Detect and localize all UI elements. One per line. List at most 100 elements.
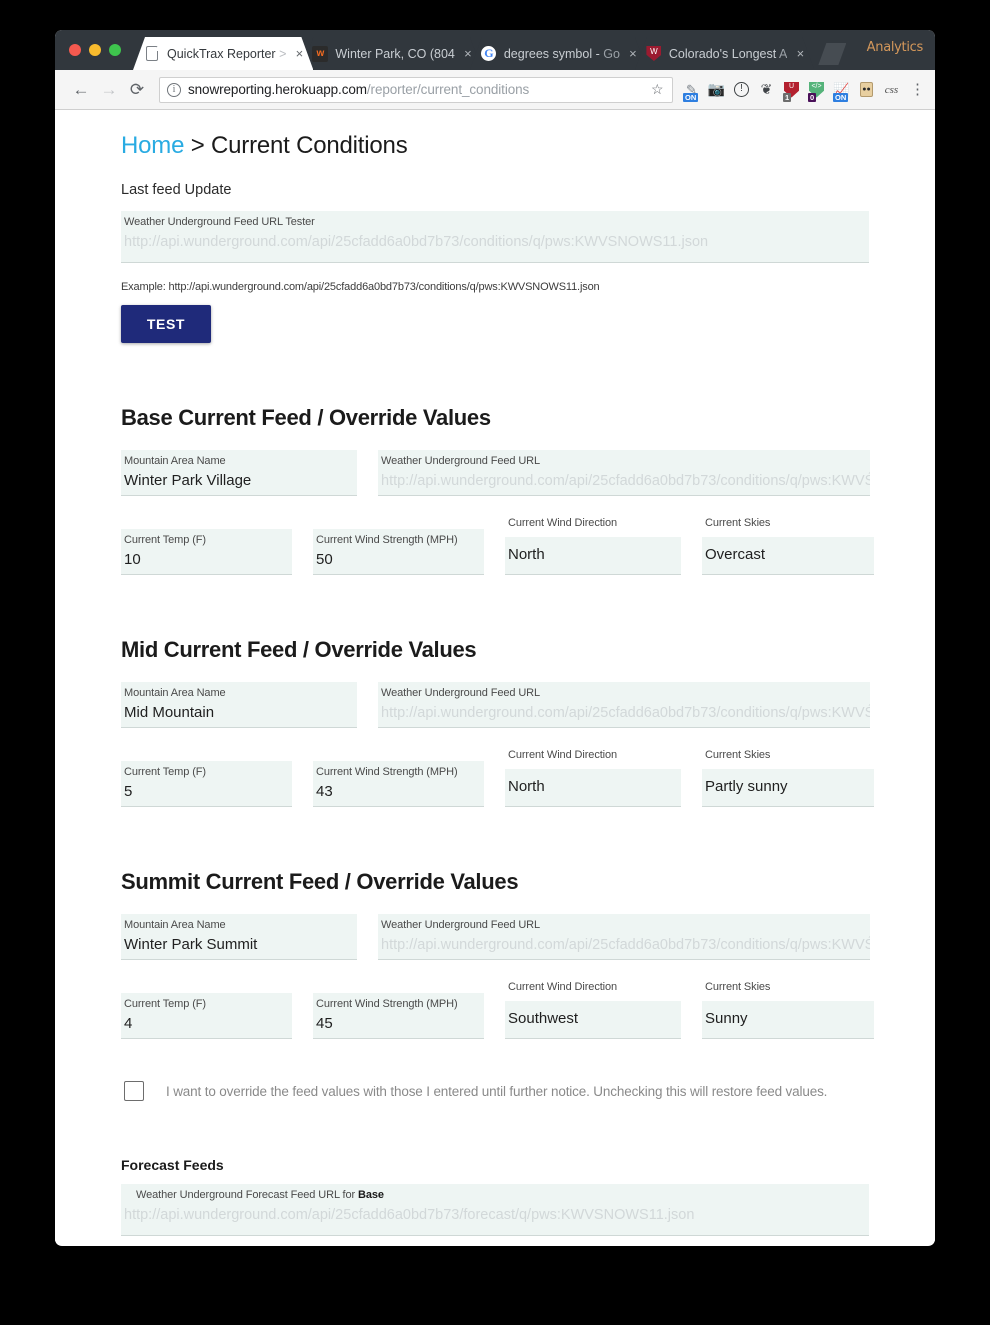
browser-tab-quicktrax[interactable]: QuickTrax Reporter > ×: [133, 37, 313, 70]
section-title: Base Current Feed / Override Values: [121, 405, 491, 430]
mountain-area-name-field[interactable]: Mountain Area Name Mid Mountain: [121, 682, 357, 728]
current-wind-field[interactable]: Current Wind Strength (MPH) 50: [313, 529, 484, 575]
override-row: I want to override the feed values with …: [121, 1081, 879, 1101]
analytics-chart-icon[interactable]: 📈 ON: [832, 80, 851, 102]
test-button[interactable]: TEST: [121, 305, 211, 343]
site-info-icon[interactable]: i: [167, 82, 181, 97]
current-wind-input[interactable]: 50: [313, 549, 484, 581]
current-wind-direction-group: Current Wind Direction Southwest: [505, 981, 681, 1039]
mountain-area-name-input[interactable]: Winter Park Village: [121, 470, 357, 502]
current-wind-direction-field[interactable]: North: [505, 769, 681, 807]
tab-title: degrees symbol - Go: [503, 46, 620, 61]
section-summit: Summit Current Feed / Override Values Mo…: [121, 869, 879, 1039]
current-skies-field[interactable]: Partly sunny: [702, 769, 874, 807]
browser-tab-degrees-symbol[interactable]: G degrees symbol - Go ×: [470, 37, 647, 70]
css-viewer-icon[interactable]: css: [882, 80, 901, 99]
evernote-elephant-icon[interactable]: ❦: [757, 80, 776, 99]
address-bar[interactable]: i snowreporting.herokuapp.com/reporter/c…: [159, 76, 673, 103]
section-row-top: Mountain Area Name Mid Mountain Weather …: [121, 682, 879, 728]
tab-title: Winter Park, CO (804: [335, 46, 455, 61]
last-feed-update-label: Last feed Update: [121, 182, 232, 198]
section-row-bottom: Current Temp (F) 10 Current Wind Strengt…: [121, 517, 879, 575]
override-checkbox[interactable]: [124, 1081, 144, 1101]
current-skies-label: Current Skies: [705, 749, 771, 761]
feed-url-tester-field[interactable]: Weather Underground Feed URL Tester http…: [121, 211, 869, 263]
current-skies-field[interactable]: Sunny: [702, 1001, 874, 1039]
current-temp-label: Current Temp (F): [124, 534, 206, 546]
new-tab-button[interactable]: [818, 43, 846, 65]
section-row-top: Mountain Area Name Winter Park Summit We…: [121, 914, 879, 960]
current-wind-direction-field[interactable]: North: [505, 537, 681, 575]
mountain-area-name-label: Mountain Area Name: [124, 919, 226, 931]
current-wind-input[interactable]: 45: [313, 1013, 484, 1045]
current-wind-direction-input[interactable]: North: [505, 769, 681, 798]
current-skies-field[interactable]: Overcast: [702, 537, 874, 575]
section-title: Summit Current Feed / Override Values: [121, 869, 519, 894]
mountain-area-name-input[interactable]: Mid Mountain: [121, 702, 357, 734]
code-shield-icon[interactable]: </> 0: [807, 80, 826, 102]
current-wind-direction-label: Current Wind Direction: [508, 981, 618, 993]
wunderground-icon: w: [312, 46, 328, 62]
current-wind-input[interactable]: 43: [313, 781, 484, 813]
feed-url-input[interactable]: http://api.wunderground.com/api/25cfadd6…: [378, 702, 870, 734]
close-tab-icon[interactable]: ×: [462, 48, 474, 60]
browser-toolbar: ← → ⟳ i snowreporting.herokuapp.com/repo…: [55, 70, 935, 110]
browser-tab-winter-park[interactable]: w Winter Park, CO (804 ×: [301, 37, 481, 70]
close-window-button[interactable]: [69, 44, 81, 56]
browser-window: QuickTrax Reporter > × w Winter Park, CO…: [55, 30, 935, 1246]
adblock-shield-icon[interactable]: U 1: [782, 80, 801, 102]
feed-url-label: Weather Underground Feed URL: [381, 919, 541, 931]
current-wind-direction-input[interactable]: North: [505, 537, 681, 566]
forecast-feed-url-base-field[interactable]: Weather Underground Forecast Feed URL fo…: [121, 1184, 869, 1236]
forward-button[interactable]: →: [95, 76, 123, 104]
feed-url-field[interactable]: Weather Underground Feed URL http://api.…: [378, 914, 870, 960]
current-skies-input[interactable]: Partly sunny: [702, 769, 874, 798]
mountain-area-name-field[interactable]: Mountain Area Name Winter Park Summit: [121, 914, 357, 960]
tab-strip: QuickTrax Reporter > × w Winter Park, CO…: [55, 30, 935, 70]
current-temp-input[interactable]: 5: [121, 781, 292, 813]
back-button[interactable]: ←: [67, 76, 95, 104]
bookmark-star-icon[interactable]: ☆: [651, 81, 665, 98]
current-temp-label: Current Temp (F): [124, 766, 206, 778]
feed-url-input[interactable]: http://api.wunderground.com/api/25cfadd6…: [378, 470, 870, 502]
forecast-feed-url-base-input[interactable]: http://api.wunderground.com/api/25cfadd6…: [121, 1204, 869, 1236]
mountain-area-name-field[interactable]: Mountain Area Name Winter Park Village: [121, 450, 357, 496]
section-base: Base Current Feed / Override Values Moun…: [121, 405, 879, 575]
current-wind-label: Current Wind Strength (MPH): [316, 534, 458, 546]
screenshot-camera-icon[interactable]: 📷: [707, 80, 726, 99]
browser-menu-icon[interactable]: ⋮: [907, 82, 925, 97]
current-temp-field[interactable]: Current Temp (F) 10: [121, 529, 292, 575]
feed-url-field[interactable]: Weather Underground Feed URL http://api.…: [378, 682, 870, 728]
close-tab-icon[interactable]: ×: [293, 48, 305, 60]
current-temp-field[interactable]: Current Temp (F) 5: [121, 761, 292, 807]
current-wind-direction-input[interactable]: Southwest: [505, 1001, 681, 1030]
page-viewport: Home > Current Conditions Last feed Upda…: [55, 110, 935, 1245]
mountain-area-name-label: Mountain Area Name: [124, 455, 226, 467]
close-tab-icon[interactable]: ×: [627, 48, 639, 60]
maximize-window-button[interactable]: [109, 44, 121, 56]
browser-tab-colorados-longest[interactable]: W Colorado's Longest A ×: [635, 37, 814, 70]
current-temp-field[interactable]: Current Temp (F) 4: [121, 993, 292, 1039]
current-wind-direction-label: Current Wind Direction: [508, 749, 618, 761]
close-tab-icon[interactable]: ×: [794, 48, 806, 60]
current-skies-group: Current Skies Partly sunny: [702, 749, 874, 807]
bandwidth-on-icon[interactable]: ✎ ON: [682, 80, 701, 102]
current-wind-field[interactable]: Current Wind Strength (MPH) 45: [313, 993, 484, 1039]
current-skies-input[interactable]: Overcast: [702, 537, 874, 566]
current-wind-direction-field[interactable]: Southwest: [505, 1001, 681, 1039]
minimize-window-button[interactable]: [89, 44, 101, 56]
mountain-area-name-input[interactable]: Winter Park Summit: [121, 934, 357, 966]
breadcrumb-home-link[interactable]: Home: [121, 132, 184, 159]
page-title: Current Conditions: [211, 132, 408, 159]
current-wind-direction-label: Current Wind Direction: [508, 517, 618, 529]
feed-url-field[interactable]: Weather Underground Feed URL http://api.…: [378, 450, 870, 496]
current-temp-input[interactable]: 4: [121, 1013, 292, 1045]
reload-button[interactable]: ⟳: [123, 76, 151, 104]
current-skies-input[interactable]: Sunny: [702, 1001, 874, 1030]
feed-url-tester-input[interactable]: http://api.wunderground.com/api/25cfadd6…: [121, 231, 869, 263]
current-temp-input[interactable]: 10: [121, 549, 292, 581]
current-wind-field[interactable]: Current Wind Strength (MPH) 43: [313, 761, 484, 807]
robot-icon[interactable]: ●●: [857, 80, 876, 99]
info-circle-icon[interactable]: !: [732, 80, 751, 99]
feed-url-input[interactable]: http://api.wunderground.com/api/25cfadd6…: [378, 934, 870, 966]
